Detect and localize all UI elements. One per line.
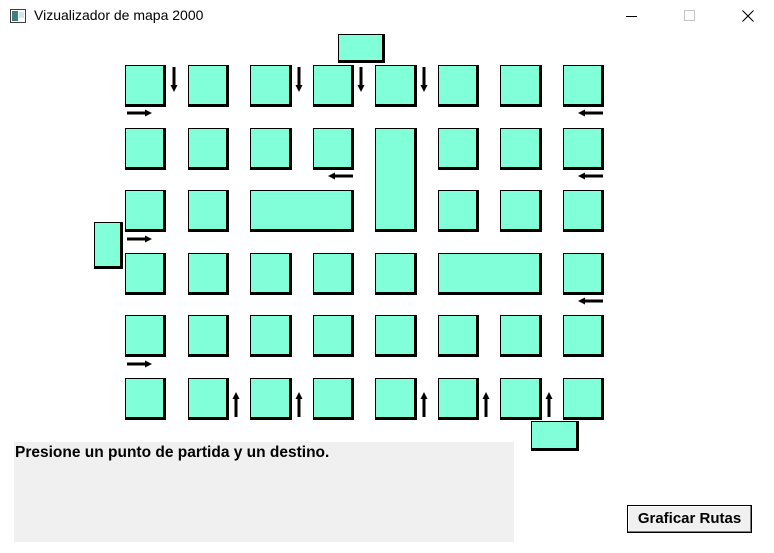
- graph-routes-button[interactable]: Graficar Rutas: [627, 505, 752, 533]
- arrow-right-icon: [127, 360, 152, 368]
- entry-point-left[interactable]: [94, 222, 123, 269]
- map-block[interactable]: [125, 315, 166, 357]
- map-block[interactable]: [438, 65, 479, 107]
- map-block[interactable]: [563, 128, 604, 170]
- map-block[interactable]: [125, 65, 166, 107]
- arrow-up-icon: [482, 392, 490, 417]
- map-block[interactable]: [438, 190, 479, 232]
- map-block[interactable]: [438, 378, 479, 420]
- map-block[interactable]: [500, 378, 542, 420]
- map-block[interactable]: [250, 65, 292, 107]
- map-block-wide[interactable]: [438, 253, 542, 295]
- map-block[interactable]: [188, 378, 229, 420]
- window-title: Vizualizador de mapa 2000: [34, 7, 204, 23]
- map-block[interactable]: [500, 65, 542, 107]
- map-block[interactable]: [313, 253, 354, 295]
- map-block[interactable]: [188, 128, 229, 170]
- map-block-tall[interactable]: [375, 128, 417, 232]
- app-icon: [10, 9, 26, 23]
- map-block[interactable]: [375, 378, 417, 420]
- map-block-wide[interactable]: [250, 190, 354, 232]
- arrow-right-icon: [127, 235, 152, 243]
- map-block[interactable]: [563, 190, 604, 232]
- map-block[interactable]: [125, 128, 166, 170]
- minimize-button[interactable]: [603, 0, 661, 32]
- map-block[interactable]: [250, 378, 292, 420]
- map-block[interactable]: [188, 190, 229, 232]
- map-block[interactable]: [500, 128, 542, 170]
- status-panel: Presione un punto de partida y un destin…: [14, 442, 514, 542]
- arrow-left-icon: [578, 172, 603, 180]
- map-block[interactable]: [313, 128, 354, 170]
- map-block[interactable]: [313, 378, 354, 420]
- close-button[interactable]: [719, 0, 774, 32]
- map-block[interactable]: [188, 253, 229, 295]
- map-block[interactable]: [375, 65, 417, 107]
- entry-point-top[interactable]: [338, 34, 385, 63]
- entry-point-bottom[interactable]: [531, 421, 579, 451]
- map-block[interactable]: [250, 315, 292, 357]
- arrow-down-icon: [357, 67, 365, 92]
- map-block[interactable]: [438, 128, 479, 170]
- map-block[interactable]: [563, 315, 604, 357]
- close-icon: [742, 10, 754, 22]
- map-block[interactable]: [125, 378, 166, 420]
- arrow-up-icon: [420, 392, 428, 417]
- minimize-icon: [626, 16, 637, 17]
- map-block[interactable]: [563, 65, 604, 107]
- maximize-button[interactable]: [661, 0, 719, 32]
- arrow-up-icon: [232, 392, 240, 417]
- arrow-down-icon: [170, 67, 178, 92]
- map-block[interactable]: [500, 315, 542, 357]
- map-block[interactable]: [563, 378, 604, 420]
- map-block[interactable]: [250, 253, 292, 295]
- map-block[interactable]: [375, 315, 417, 357]
- map-block[interactable]: [250, 128, 292, 170]
- title-bar: Vizualizador de mapa 2000: [0, 0, 774, 32]
- map-canvas: [0, 32, 774, 451]
- map-block[interactable]: [125, 253, 166, 295]
- arrow-up-icon: [295, 392, 303, 417]
- status-message: Presione un punto de partida y un destin…: [15, 444, 330, 461]
- arrow-left-icon: [328, 172, 353, 180]
- map-block[interactable]: [125, 190, 166, 232]
- maximize-icon: [684, 10, 695, 21]
- map-block[interactable]: [313, 65, 354, 107]
- map-block[interactable]: [313, 315, 354, 357]
- arrow-down-icon: [420, 67, 428, 92]
- map-block[interactable]: [438, 315, 479, 357]
- arrow-right-icon: [127, 109, 152, 117]
- arrow-left-icon: [578, 109, 603, 117]
- arrow-left-icon: [578, 297, 603, 305]
- map-block[interactable]: [500, 190, 542, 232]
- arrow-up-icon: [545, 392, 553, 417]
- map-block[interactable]: [375, 253, 417, 295]
- map-block[interactable]: [563, 253, 604, 295]
- map-block[interactable]: [188, 315, 229, 357]
- map-block[interactable]: [188, 65, 229, 107]
- arrow-down-icon: [295, 67, 303, 92]
